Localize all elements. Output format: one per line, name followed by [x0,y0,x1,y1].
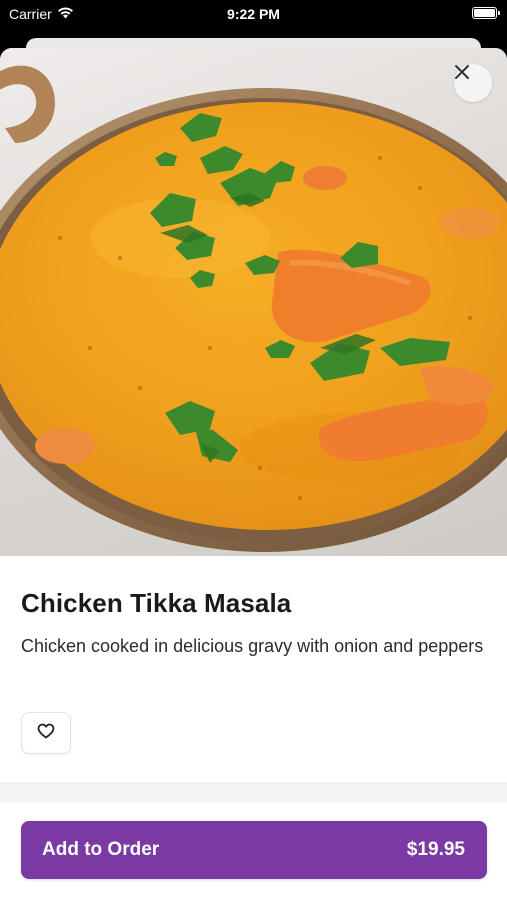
item-detail-sheet: Chicken Tikka Masala Chicken cooked in d… [0,48,507,900]
add-to-order-label: Add to Order [42,839,160,860]
item-title: Chicken Tikka Masala [21,588,292,618]
item-description: Chicken cooked in delicious gravy with o… [21,636,484,656]
favorite-button[interactable] [21,712,71,754]
curry-bowl-illustration [0,65,507,552]
item-price: $19.95 [406,839,465,860]
close-button[interactable] [454,64,492,102]
food-photo [0,48,507,556]
status-time: 9:22 PM [227,6,280,22]
app-screen: Carrier 9:22 PM Chicken Tikka Masala Chi… [0,0,507,900]
status-bar: Carrier 9:22 PM [0,0,507,30]
item-details: Chicken Tikka Masala Chicken cooked in d… [21,588,486,660]
add-to-order-button[interactable]: Add to Order $19.95 [21,821,487,879]
section-divider [0,782,507,802]
heart-icon [37,723,55,744]
battery-icon [472,7,500,19]
